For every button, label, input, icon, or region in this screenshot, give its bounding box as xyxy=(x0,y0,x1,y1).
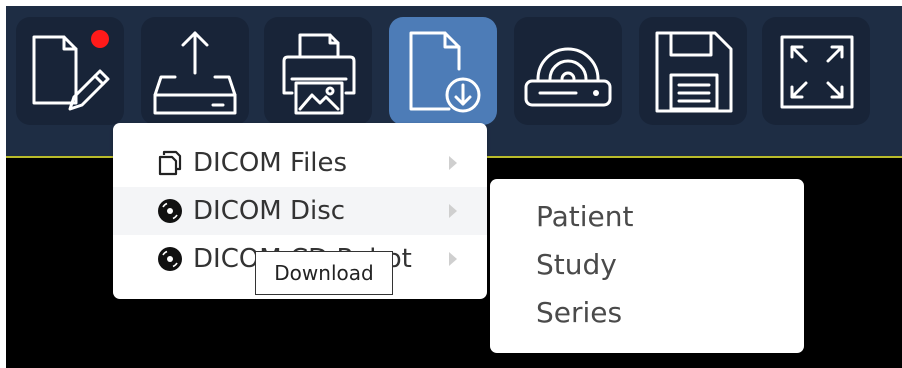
chevron-right-icon xyxy=(449,204,457,218)
menu-item-label: DICOM Files xyxy=(193,148,348,178)
disc-drive-button[interactable] xyxy=(514,17,622,125)
submenu-item-study[interactable]: Study xyxy=(536,247,617,283)
edit-document-button[interactable] xyxy=(16,17,124,125)
menu-item-dicom-disc[interactable]: DICOM Disc xyxy=(113,187,487,235)
edit-document-icon xyxy=(32,30,110,111)
disc-icon xyxy=(158,199,182,223)
copy-files-icon xyxy=(158,150,182,176)
download-tooltip: Download xyxy=(255,251,393,295)
save-icon xyxy=(655,31,733,113)
upload-button[interactable] xyxy=(141,17,249,125)
fullscreen-button[interactable] xyxy=(762,17,870,125)
upload-icon xyxy=(153,31,237,115)
fullscreen-icon xyxy=(780,35,854,109)
download-document-icon xyxy=(409,31,481,113)
menu-item-label: DICOM Disc xyxy=(193,196,346,226)
disc-submenu: Patient Study Series xyxy=(490,179,804,353)
save-button[interactable] xyxy=(639,17,747,125)
disc-drive-icon xyxy=(524,47,612,107)
viewer-frame: DICOM Files DICOM Disc DICOM Patient Stu… xyxy=(6,6,902,368)
submenu-item-series[interactable]: Series xyxy=(536,295,622,331)
download-button[interactable] xyxy=(389,17,497,125)
chevron-right-icon xyxy=(449,156,457,170)
disc-icon xyxy=(158,247,182,271)
print-icon xyxy=(282,33,356,115)
print-button[interactable] xyxy=(264,17,372,125)
submenu-item-patient[interactable]: Patient xyxy=(536,199,634,235)
notification-dot xyxy=(91,30,109,48)
menu-item-dicom-files[interactable]: DICOM Files xyxy=(113,139,487,187)
chevron-right-icon xyxy=(449,252,457,266)
